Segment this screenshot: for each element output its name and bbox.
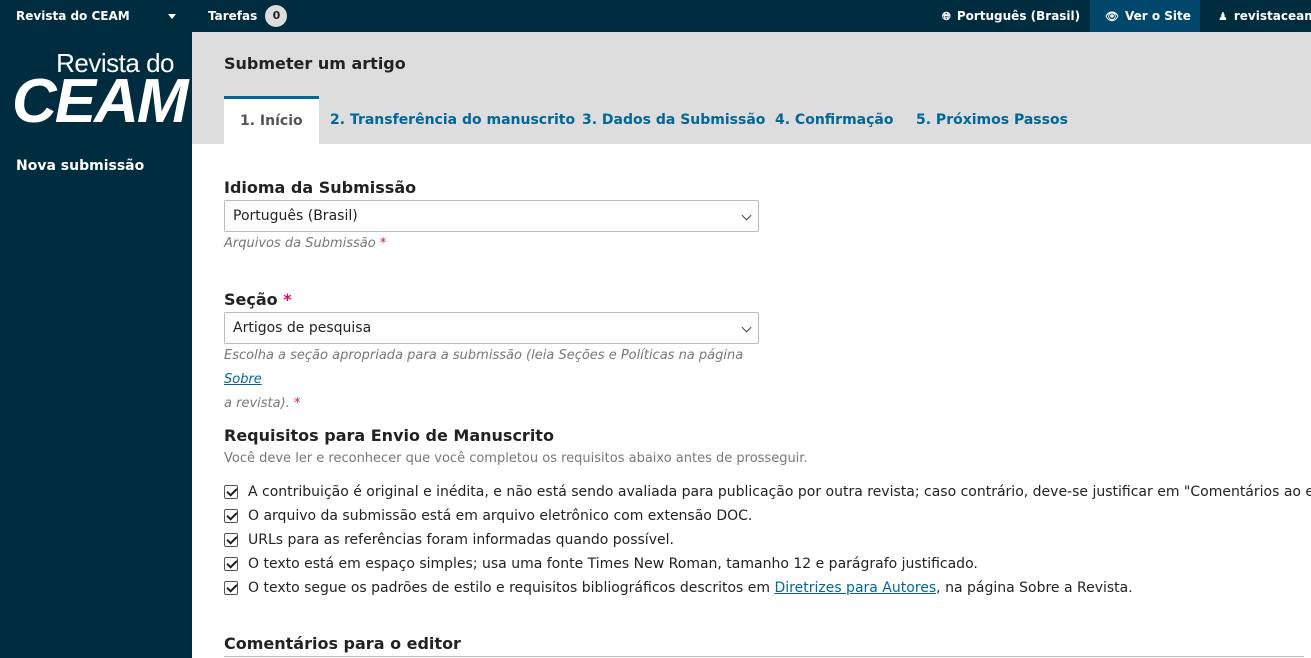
user-menu[interactable]: ♟ revistaceam: [1218, 0, 1311, 32]
comments-label: Comentários para o editor: [224, 634, 461, 653]
tasks-link[interactable]: Tarefas 0: [208, 0, 288, 32]
journal-name: Revista do CEAM: [16, 9, 130, 23]
requirement-text: O arquivo da submissão está em arquivo e…: [248, 508, 753, 524]
sidebar: Revista do CEAM Nova submissão: [0, 32, 192, 658]
sidebar-item-new-submission[interactable]: Nova submissão: [16, 158, 144, 174]
section-hint-text: Escolha a seção apropriada para a submis…: [224, 348, 744, 363]
checkbox-checked[interactable]: [224, 581, 238, 595]
language-hint-text: Arquivos da Submissão: [224, 236, 376, 251]
chevron-down-icon: [741, 210, 752, 221]
language-switcher[interactable]: 🌐︎ Português (Brasil): [942, 0, 1080, 32]
section-hint-text-2: a revista).: [224, 396, 290, 411]
author-guidelines-link[interactable]: Diretrizes para Autores: [774, 580, 936, 596]
tab-start[interactable]: 1. Início: [224, 96, 319, 144]
language-select-value: Português (Brasil): [233, 208, 358, 224]
checkbox-checked[interactable]: [224, 485, 238, 499]
required-mark: *: [379, 236, 387, 251]
username: revistaceam: [1233, 9, 1311, 23]
about-link[interactable]: Sobre: [224, 372, 262, 387]
tab-submission-data[interactable]: 3. Dados da Submissão: [582, 96, 765, 144]
section-select[interactable]: Artigos de pesquisa: [224, 312, 759, 344]
tasks-count-badge: 0: [265, 4, 288, 27]
section-field-label: Seção *: [224, 290, 292, 309]
requirement-text: A contribuição é original e inédita, e n…: [248, 484, 1311, 500]
requirement-text: O texto está em espaço simples; usa uma …: [248, 556, 978, 572]
logo-line-2: CEAM: [12, 67, 189, 136]
checkbox-checked[interactable]: [224, 557, 238, 571]
view-site-link[interactable]: 👁︎ Ver o Site: [1090, 0, 1200, 32]
requirement-text-after: , na página Sobre a Revista.: [936, 580, 1133, 596]
language-hint: Arquivos da Submissão *: [224, 232, 386, 256]
tab-upload-manuscript[interactable]: 2. Transferência do manuscrito: [330, 96, 575, 144]
caret-down-icon: [168, 14, 176, 19]
requirement-text: O texto segue os padrões de estilo e req…: [248, 578, 1133, 598]
section-hint: Escolha a seção apropriada para a submis…: [224, 344, 764, 416]
journal-logo[interactable]: Revista do CEAM: [12, 48, 189, 148]
user-icon: ♟: [1218, 10, 1228, 23]
view-site-label: Ver o Site: [1124, 9, 1191, 23]
journal-switcher[interactable]: Revista do CEAM: [16, 0, 186, 32]
page-header: Submeter um artigo 1. Início 2. Transfer…: [192, 32, 1311, 144]
checkbox-checked[interactable]: [224, 533, 238, 547]
requirement-text-before: O texto segue os padrões de estilo e req…: [248, 580, 775, 596]
requirements-intro: Você deve ler e reconhecer que você comp…: [224, 451, 808, 466]
chevron-down-icon: [741, 322, 752, 333]
checkbox-checked[interactable]: [224, 509, 238, 523]
language-select[interactable]: Português (Brasil): [224, 200, 759, 232]
tab-next-steps[interactable]: 5. Próximos Passos: [916, 96, 1068, 144]
globe-icon: 🌐︎: [942, 10, 951, 23]
required-mark: *: [283, 290, 292, 309]
required-mark: *: [293, 396, 301, 411]
section-label-text: Seção: [224, 290, 278, 309]
language-field-label: Idioma da Submissão: [224, 178, 417, 197]
requirement-text: URLs para as referências foram informada…: [248, 532, 674, 548]
page-title: Submeter um artigo: [224, 54, 406, 73]
requirements-label: Requisitos para Envio de Manuscrito: [224, 426, 554, 445]
tab-confirmation[interactable]: 4. Confirmação: [775, 96, 893, 144]
language-label: Português (Brasil): [956, 9, 1081, 23]
eye-icon: 👁︎: [1105, 10, 1119, 23]
comments-editor-top-border: [224, 656, 1304, 657]
section-select-value: Artigos de pesquisa: [233, 320, 372, 336]
top-bar: Revista do CEAM Tarefas 0 🌐︎ Português (B…: [0, 0, 1311, 32]
tasks-label: Tarefas: [208, 9, 258, 23]
